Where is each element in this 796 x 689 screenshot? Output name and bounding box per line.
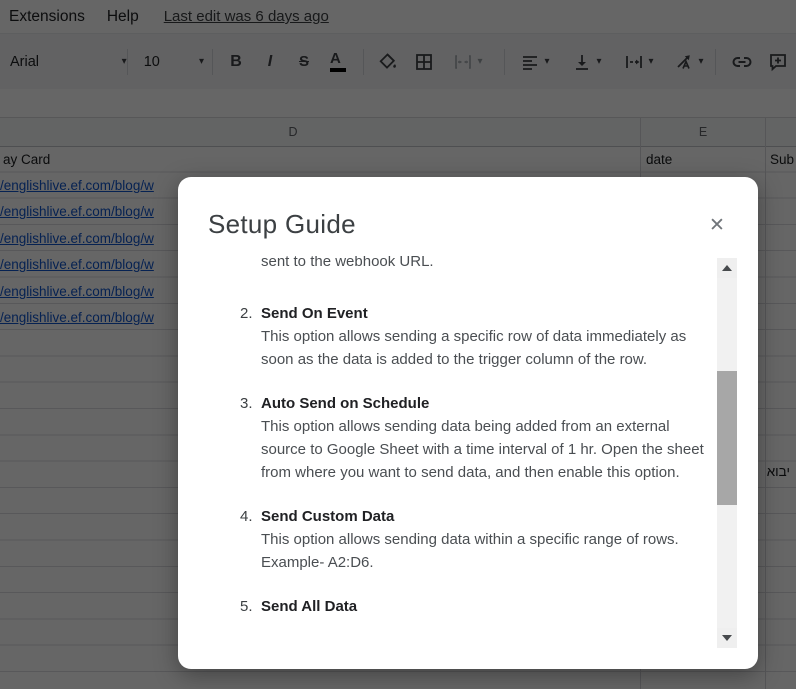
section-body: This option allows sending data within a… [261, 531, 679, 571]
section-title: Send All Data [261, 598, 358, 615]
setup-guide-dialog: Setup Guide ✕ sent to the webhook URL. 2… [178, 177, 758, 669]
section-number: 5. [240, 598, 253, 615]
section-number: 2. [240, 305, 253, 322]
scrollbar-up-arrow-icon[interactable] [717, 258, 737, 278]
section-number: 3. [240, 395, 253, 412]
scrollbar-thumb[interactable] [717, 371, 737, 505]
section-number: 4. [240, 508, 253, 525]
section-title: Auto Send on Schedule [261, 395, 430, 412]
dialog-scrollbar[interactable] [717, 258, 737, 648]
section-body: This option allows sending data being ad… [261, 418, 704, 481]
dialog-title: Setup Guide [208, 209, 356, 239]
scrollbar-down-arrow-icon[interactable] [717, 628, 737, 648]
google-sheets-window: Extensions Help Last edit was 6 days ago… [0, 0, 796, 689]
section-title: Send Custom Data [261, 508, 395, 525]
guide-section-2: 2. Send On Event This option allows send… [240, 302, 716, 371]
section-body: This option allows sending a specific ro… [261, 328, 687, 368]
close-icon[interactable]: ✕ [704, 212, 730, 238]
guide-section-4: 4. Send Custom Data This option allows s… [240, 505, 716, 574]
dialog-scroll-area[interactable]: sent to the webhook URL. 2. Send On Even… [178, 256, 716, 650]
section-title: Send On Event [261, 305, 368, 322]
guide-section-3: 3. Auto Send on Schedule This option all… [240, 392, 716, 484]
guide-partial-line: sent to the webhook URL. [261, 256, 434, 270]
guide-section-5: 5. Send All Data [240, 595, 716, 618]
